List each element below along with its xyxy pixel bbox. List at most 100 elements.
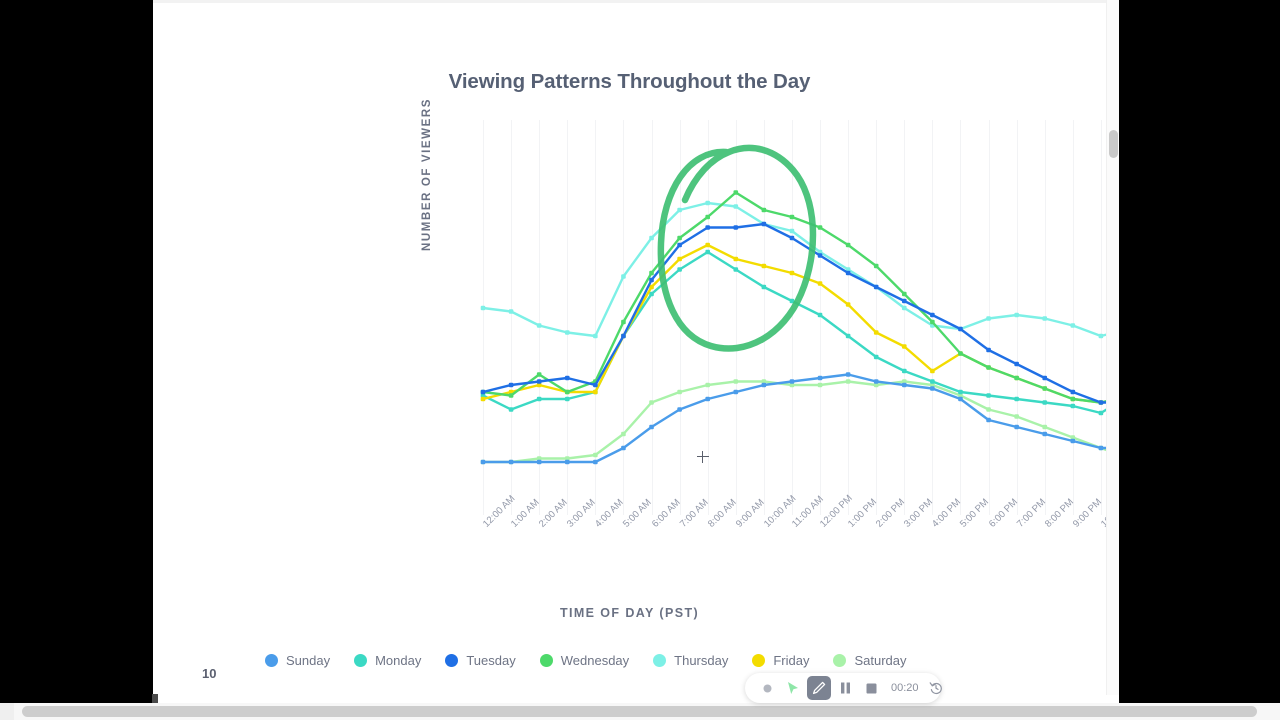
data-point — [817, 281, 823, 286]
legend-item-sunday[interactable]: Sunday — [265, 653, 330, 668]
legend-label: Monday — [375, 652, 422, 668]
data-point — [902, 291, 907, 297]
data-point — [508, 407, 514, 412]
legend-label: Tuesday — [466, 652, 516, 668]
series-line-wed — [481, 191, 1119, 404]
stop-button[interactable] — [859, 676, 883, 700]
data-point — [986, 316, 991, 321]
data-point — [1098, 445, 1104, 451]
data-point — [1042, 375, 1048, 381]
series-line-thurs — [481, 201, 1119, 338]
data-point — [761, 284, 767, 290]
data-point — [789, 270, 795, 276]
data-point — [873, 354, 879, 360]
pen-button[interactable] — [807, 676, 831, 700]
cursor-icon-button[interactable] — [781, 676, 805, 700]
data-point — [593, 459, 598, 465]
data-point — [621, 319, 626, 325]
legend-label: Wednesday — [560, 652, 630, 668]
data-point — [958, 351, 963, 356]
data-point — [986, 393, 991, 398]
data-point — [845, 242, 851, 248]
data-point — [930, 386, 935, 391]
data-point — [845, 302, 851, 307]
data-point — [845, 372, 851, 377]
legend-item-tuesday[interactable]: Tuesday — [445, 652, 516, 668]
document-viewport[interactable]: Viewing Patterns Throughout the Day 10 N… — [153, 0, 1119, 720]
data-point — [902, 298, 907, 304]
data-point — [621, 445, 626, 451]
data-point — [564, 375, 570, 381]
chart-legend: Sunday Monday Tuesday Wednesday Thursday Frid… — [265, 648, 1045, 672]
legend-item-saturday[interactable]: Saturday — [833, 653, 907, 668]
data-point — [649, 424, 654, 430]
data-point — [761, 207, 767, 213]
legend-item-wednesday[interactable]: Wednesday — [539, 652, 630, 668]
legend-color-swatch — [445, 653, 459, 667]
record-dot-button[interactable] — [755, 676, 779, 700]
data-point — [593, 333, 598, 339]
data-point — [677, 235, 682, 241]
data-point — [1014, 312, 1019, 318]
data-point — [902, 368, 907, 374]
data-point — [902, 382, 907, 388]
data-point — [845, 379, 851, 384]
data-point — [817, 225, 823, 230]
legend-label: Thursday — [674, 652, 729, 668]
data-point — [873, 379, 879, 384]
data-point — [733, 379, 739, 384]
legend-label: Friday — [773, 652, 810, 668]
horizontal-scrollbar-thumb[interactable] — [22, 706, 1257, 717]
horizontal-scrollbar[interactable] — [0, 703, 1280, 720]
data-point — [1014, 414, 1019, 419]
legend-item-thursday[interactable]: Thursday — [653, 653, 728, 668]
vertical-scrollbar-thumb[interactable] — [1109, 130, 1118, 158]
data-point — [1042, 424, 1048, 430]
data-point — [958, 396, 963, 402]
data-point — [930, 319, 935, 325]
data-point — [1042, 386, 1048, 391]
screen-recorder-toolbar[interactable]: 00:20 — [745, 673, 942, 703]
data-point — [1070, 396, 1076, 402]
data-point — [649, 277, 654, 283]
data-point — [958, 389, 963, 395]
data-point — [705, 225, 710, 230]
legend-label: Sunday — [286, 652, 331, 668]
data-point — [958, 326, 963, 332]
presentation-slide: Viewing Patterns Throughout the Day 10 N… — [153, 0, 1119, 695]
data-point — [1014, 361, 1019, 367]
data-point — [986, 347, 991, 353]
data-point — [789, 228, 795, 234]
slide-canvas: Viewing Patterns Throughout the Day 10 N… — [153, 0, 1119, 695]
data-point — [593, 452, 598, 458]
legend-item-friday[interactable]: Friday — [752, 653, 809, 668]
data-point — [705, 249, 710, 255]
data-point — [677, 389, 682, 395]
data-point — [705, 242, 710, 248]
y-axis-label: NUMBER OF VIEWERS — [421, 97, 433, 251]
data-point — [733, 225, 739, 230]
legend-item-monday[interactable]: Monday — [354, 653, 421, 668]
data-point — [536, 379, 542, 384]
pause-button[interactable] — [833, 676, 857, 700]
data-point — [677, 267, 682, 272]
data-point — [789, 235, 795, 241]
data-point — [564, 459, 570, 465]
data-point — [621, 431, 626, 437]
data-point — [508, 382, 514, 388]
data-point — [817, 312, 823, 318]
data-point — [789, 214, 795, 220]
data-point — [677, 207, 682, 213]
recording-timer: 00:20 — [891, 682, 919, 694]
legend-color-swatch — [539, 653, 553, 667]
data-point — [817, 382, 823, 388]
series-line-tues — [481, 222, 1119, 404]
data-point — [564, 330, 570, 335]
data-point — [1042, 316, 1048, 321]
data-point — [817, 253, 823, 258]
data-point — [536, 372, 542, 377]
data-point — [649, 400, 654, 405]
history-restart-button[interactable] — [924, 676, 948, 700]
vertical-scrollbar[interactable] — [1106, 0, 1119, 695]
data-point — [536, 323, 542, 328]
